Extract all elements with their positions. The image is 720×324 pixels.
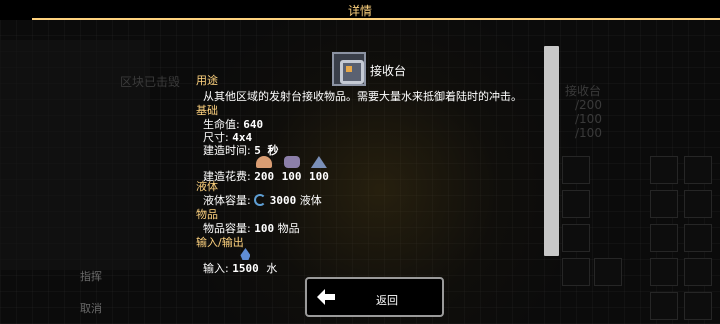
cost-graphite-amount: 100 <box>308 170 329 183</box>
input-unit: 水 <box>266 262 278 275</box>
liquid-icon <box>254 194 267 206</box>
cost-graphite: 100 <box>309 156 329 183</box>
copper-icon <box>256 156 273 168</box>
graphite-icon <box>310 156 327 168</box>
item-capacity-unit: 物品 <box>277 222 300 235</box>
item-capacity-value: 100 <box>254 222 275 235</box>
back-button[interactable]: 返回 <box>305 277 444 317</box>
lead-icon <box>283 156 300 168</box>
liquid-capacity-unit: 液体 <box>299 194 322 207</box>
section-usage-title: 用途 <box>196 74 218 87</box>
input-row: 输入: 1500 水 <box>203 248 277 276</box>
liquid-capacity-value: 3000 <box>269 194 297 207</box>
water-icon <box>240 248 251 260</box>
details-scrollbar[interactable] <box>544 46 559 256</box>
cost-copper: 200 <box>254 156 274 183</box>
cost-lead: 100 <box>281 156 302 183</box>
block-name: 接收台 <box>370 64 407 78</box>
cost-lead-amount: 100 <box>281 170 302 183</box>
build-cost-row: 建造花费: 200 100 100 <box>203 156 333 184</box>
usage-description: 从其他区域的发射台接收物品。需要大量水来抵御着陆时的冲击。 <box>203 90 522 103</box>
unloader-block-icon <box>332 52 366 86</box>
cost-copper-amount: 200 <box>254 170 275 183</box>
input-amount: 1500 <box>232 262 259 275</box>
dialog-header: 详情 <box>0 0 720 20</box>
input-water: 1500 <box>232 248 259 275</box>
liquid-capacity-row: 液体容量: 3000 液体 <box>203 192 322 208</box>
back-button-label: 返回 <box>376 294 398 307</box>
input-label: 输入: <box>203 262 229 275</box>
dialog-title: 详情 <box>347 4 372 18</box>
